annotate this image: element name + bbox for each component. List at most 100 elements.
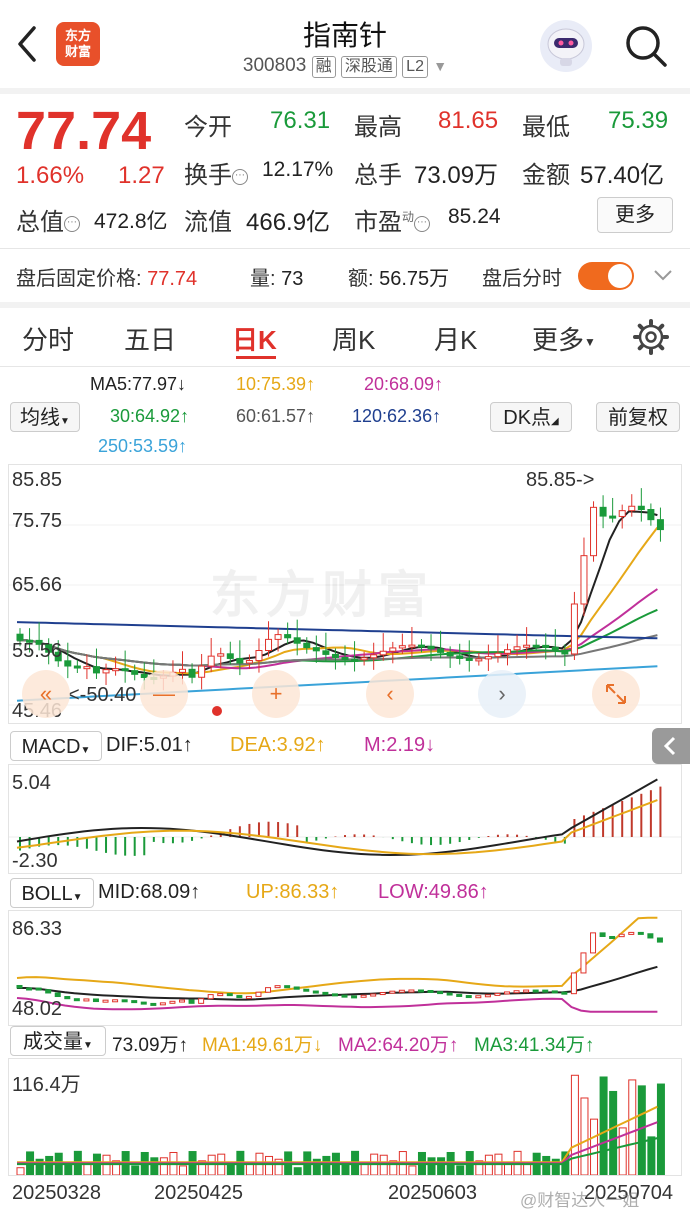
triangle-down-icon: ▼	[72, 892, 83, 903]
candle-body	[542, 644, 550, 648]
fullscreen-button[interactable]	[592, 670, 640, 718]
afterhours-price-label: 盘后固定价格:	[16, 268, 142, 290]
tag-connect: 深股通	[340, 56, 397, 78]
boll-candle	[169, 1000, 176, 1004]
boll-candle	[312, 990, 319, 994]
tab-weekly-k[interactable]: 周K	[332, 320, 375, 357]
boll-candle	[465, 995, 472, 999]
macd-y-bottom: -2.30	[12, 850, 58, 872]
dk-point-button[interactable]: DK点◢	[490, 402, 572, 432]
boll-upper-line	[16, 916, 658, 995]
boll-candle	[456, 993, 463, 997]
volume-bar	[580, 1097, 589, 1175]
info-icon[interactable]: ⋯	[232, 168, 248, 185]
candle-body	[656, 519, 664, 531]
boll-candle	[417, 989, 424, 993]
adjust-price-button[interactable]: 前复权	[596, 402, 680, 432]
volume-bar	[131, 1165, 140, 1175]
zoom-out-button[interactable]: —	[140, 670, 188, 718]
macd-m: M:2.19↓	[364, 734, 436, 756]
candle-body	[188, 668, 196, 678]
boll-candle	[236, 995, 243, 999]
change-amount: 1.27	[118, 162, 165, 189]
boll-candle	[54, 992, 61, 998]
boll-candle	[351, 995, 358, 999]
volume-bar	[656, 1083, 665, 1175]
tab-five-day[interactable]: 五日	[124, 320, 176, 357]
ma5-label: MA5:77.97↓	[90, 374, 187, 394]
candle-body	[637, 505, 645, 511]
volume-y-top: 116.4万	[12, 1074, 81, 1096]
volume-select[interactable]: 成交量▼	[10, 1026, 106, 1056]
volume-bar	[408, 1165, 417, 1175]
boll-candle	[159, 1002, 166, 1006]
search-button[interactable]	[622, 22, 670, 70]
scroll-right-button[interactable]: ›	[478, 670, 526, 718]
boll-candle	[475, 995, 482, 999]
ma-select[interactable]: 均线▼	[10, 402, 80, 432]
zoom-in-button[interactable]: +	[252, 670, 300, 718]
boll-candle	[284, 985, 291, 989]
volume-bar	[647, 1136, 656, 1175]
candle-body	[456, 655, 464, 659]
candle-body	[92, 666, 100, 674]
candle-body	[398, 645, 406, 649]
high-label: 最高	[354, 114, 402, 141]
volume-panel[interactable]	[8, 1058, 682, 1176]
afterhours-vol: 量: 73	[250, 268, 304, 290]
candle-body	[131, 670, 139, 675]
tab-more[interactable]: 更多▼	[532, 320, 596, 357]
volume-bar	[16, 1167, 25, 1175]
boll-candle	[245, 995, 252, 999]
boll-candle	[561, 991, 568, 995]
candle-body	[370, 654, 378, 659]
boll-candle	[341, 994, 348, 998]
macd-dif: DIF:5.01↑	[106, 734, 193, 756]
macd-panel[interactable]	[8, 764, 682, 874]
boll-candle	[102, 999, 109, 1003]
tab-intraday[interactable]: 分时	[22, 320, 74, 357]
tab-monthly-k[interactable]: 月K	[434, 320, 477, 357]
turnover-label: 换手 ⋯	[184, 155, 248, 190]
avatar[interactable]	[540, 20, 592, 72]
ma20-label: 20:68.09↑	[364, 374, 444, 394]
volume-ma1: MA1:49.61万↓	[202, 1035, 323, 1056]
volume-bar	[102, 1154, 111, 1175]
collapse-panel-button[interactable]	[652, 728, 690, 764]
boll-candle	[121, 999, 128, 1003]
scroll-start-button[interactable]: «	[22, 670, 70, 718]
candle-body	[513, 646, 521, 651]
tabs-divider	[0, 366, 690, 367]
footer-watermark: @财智达人一姐	[520, 1191, 640, 1210]
candle-body	[312, 647, 320, 652]
low-label: 最低	[522, 114, 570, 141]
candle-body	[360, 657, 368, 661]
scroll-left-button[interactable]: ‹	[366, 670, 414, 718]
corner-triangle-icon: ◢	[551, 416, 559, 427]
y-label-2: 75.75	[12, 510, 63, 532]
boll-select[interactable]: BOLL▼	[10, 878, 94, 908]
info-icon[interactable]: ⋯	[64, 215, 80, 232]
dropdown-arrow-icon[interactable]: ▼	[433, 58, 447, 74]
dea-line	[16, 799, 658, 856]
boll-candle	[179, 999, 185, 1003]
tab-daily-k[interactable]: 日K	[232, 320, 277, 357]
boll-y-top: 86.33	[12, 918, 63, 940]
afterhours-divider	[0, 302, 690, 308]
afterhours-toggle[interactable]	[578, 262, 634, 290]
boll-candle	[45, 989, 52, 994]
boll-panel[interactable]	[8, 910, 682, 1026]
triangle-down-icon: ▼	[60, 416, 70, 427]
change-percent: 1.66%	[16, 162, 85, 189]
candle-body	[437, 648, 445, 653]
settings-button[interactable]	[632, 318, 670, 356]
macd-chart	[9, 778, 681, 857]
more-button[interactable]: 更多	[597, 197, 673, 233]
macd-select[interactable]: MACD▼	[10, 731, 102, 761]
volume-ma2: MA2:64.20万↑	[338, 1035, 459, 1056]
candle-body	[628, 505, 636, 512]
boll-candle	[188, 999, 195, 1004]
info-icon[interactable]: ⋯	[414, 215, 431, 232]
volume-bar	[45, 1155, 54, 1175]
expand-chevron-icon[interactable]	[650, 262, 676, 288]
